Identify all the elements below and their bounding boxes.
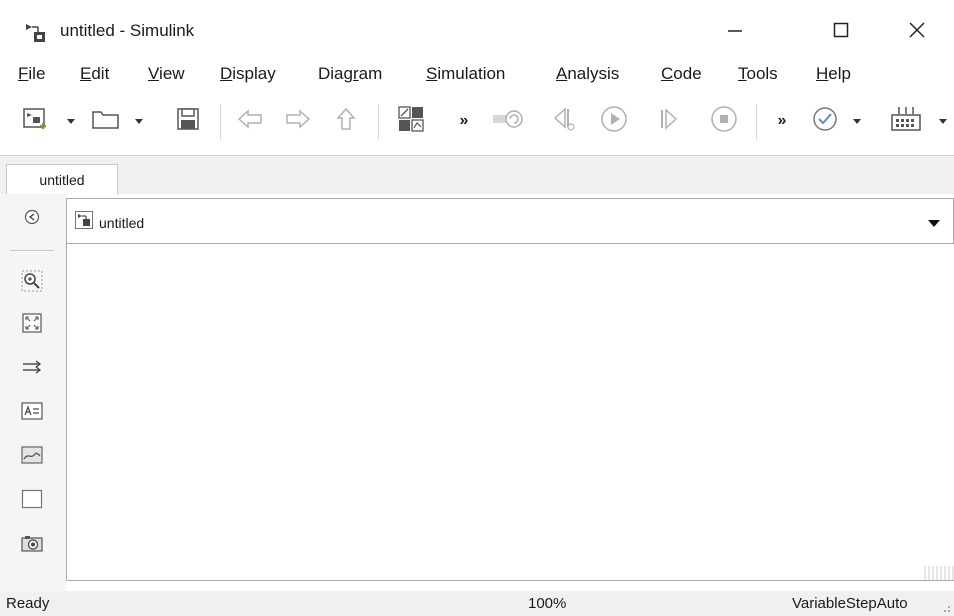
open-button[interactable] (84, 96, 128, 146)
step-back-button[interactable] (542, 96, 586, 146)
arrow-right-icon (284, 108, 312, 135)
zoom-in-icon (21, 270, 43, 297)
zoom-button[interactable] (17, 268, 47, 298)
open-dropdown[interactable] (130, 96, 148, 146)
menu-edit[interactable]: Edit (80, 64, 109, 84)
run-button[interactable] (592, 96, 636, 146)
chevron-down-icon (134, 112, 144, 130)
chevron-down-icon (852, 112, 862, 130)
annotation-icon (21, 401, 43, 425)
minimize-icon (726, 21, 744, 44)
model-path-bar: untitled (66, 198, 954, 244)
play-icon (599, 104, 629, 139)
step-forward-button[interactable] (646, 96, 690, 146)
menu-analysis[interactable]: Analysis (556, 64, 619, 84)
chevron-down-icon (66, 112, 76, 130)
build-icon (889, 104, 923, 139)
collapse-left-icon (24, 209, 40, 230)
tab-untitled[interactable]: untitled (6, 164, 118, 195)
overflow-label: » (777, 112, 787, 129)
new-model-icon (20, 104, 50, 139)
close-button[interactable] (888, 10, 946, 54)
menu-help[interactable]: Help (816, 64, 851, 84)
close-icon (908, 21, 926, 44)
up-button[interactable] (326, 96, 366, 146)
route-lines-icon (21, 359, 43, 380)
model-advisor-button[interactable] (806, 96, 844, 146)
fit-to-view-button[interactable] (17, 310, 47, 340)
hide-explorer-button[interactable] (17, 204, 47, 234)
step-back-config-button[interactable] (484, 96, 532, 146)
area-icon (21, 489, 43, 514)
model-advisor-dropdown[interactable] (848, 96, 866, 146)
build-dropdown[interactable] (934, 96, 952, 146)
image-button[interactable] (17, 442, 47, 472)
image-icon (21, 445, 43, 469)
menu-bar: File Edit View Display Diagram Simulatio… (0, 62, 954, 88)
route-lines-button[interactable] (17, 354, 47, 384)
menu-file[interactable]: File (18, 64, 45, 84)
model-canvas[interactable] (66, 244, 954, 581)
solver-name[interactable]: VariableStepAuto (792, 595, 908, 612)
camera-icon (21, 534, 43, 557)
menu-code[interactable]: Code (661, 64, 702, 84)
tab-label: untitled (39, 172, 85, 188)
chevron-down-icon (938, 112, 948, 130)
maximize-icon (832, 21, 850, 44)
stop-icon (709, 104, 739, 139)
overflow-label: » (459, 112, 469, 129)
title-bar: untitled - Simulink (0, 0, 954, 62)
menu-view[interactable]: View (148, 64, 185, 84)
status-text: Ready (6, 595, 50, 612)
step-back-icon (549, 105, 579, 138)
annotation-button[interactable] (17, 398, 47, 428)
toolbar: » » (0, 96, 954, 146)
new-model-dropdown[interactable] (62, 96, 80, 146)
menu-display[interactable]: Display (220, 64, 276, 84)
toolbar-separator (756, 104, 757, 140)
check-circle-icon (811, 105, 839, 138)
build-button[interactable] (882, 96, 930, 146)
library-browser-button[interactable] (392, 96, 430, 146)
step-back-icon (490, 106, 526, 137)
toolbar-overflow-button[interactable]: » (452, 96, 476, 146)
save-button[interactable] (166, 96, 210, 146)
fit-to-view-icon (22, 312, 42, 338)
breadcrumb-label: untitled (99, 214, 145, 231)
maximize-button[interactable] (812, 10, 870, 54)
chevron-down-icon (927, 215, 941, 232)
menu-simulation[interactable]: Simulation (426, 64, 505, 84)
arrow-up-icon (335, 106, 357, 137)
arrow-left-icon (236, 108, 264, 135)
canvas-corner-grip (924, 566, 954, 580)
path-dropdown[interactable] (927, 215, 941, 233)
folder-icon (90, 106, 122, 137)
tool-palette (0, 194, 66, 591)
breadcrumb[interactable]: untitled (75, 211, 144, 234)
toolbar-separator (220, 104, 221, 140)
screenshot-button[interactable] (17, 530, 47, 560)
back-button[interactable] (228, 96, 272, 146)
minimize-button[interactable] (706, 10, 764, 54)
toolbar-overflow-button-2[interactable]: » (770, 96, 794, 146)
simulink-model-icon (24, 22, 48, 44)
new-model-button[interactable] (10, 96, 60, 146)
model-tab-strip: untitled (0, 156, 954, 195)
save-icon (174, 105, 202, 138)
zoom-level: 100% (528, 595, 567, 612)
window-title: untitled - Simulink (60, 21, 195, 40)
step-forward-icon (654, 106, 682, 137)
palette-divider (10, 250, 54, 251)
area-button[interactable] (17, 486, 47, 516)
forward-button[interactable] (276, 96, 320, 146)
menu-tools[interactable]: Tools (738, 64, 778, 84)
toolbar-separator (378, 104, 379, 140)
simulink-model-icon (75, 211, 93, 234)
library-browser-icon (396, 104, 426, 139)
stop-button[interactable] (702, 96, 746, 146)
status-bar: Ready 100% VariableStepAuto (0, 591, 954, 616)
resize-grip-icon[interactable] (938, 600, 952, 614)
menu-diagram[interactable]: Diagram (318, 64, 382, 84)
